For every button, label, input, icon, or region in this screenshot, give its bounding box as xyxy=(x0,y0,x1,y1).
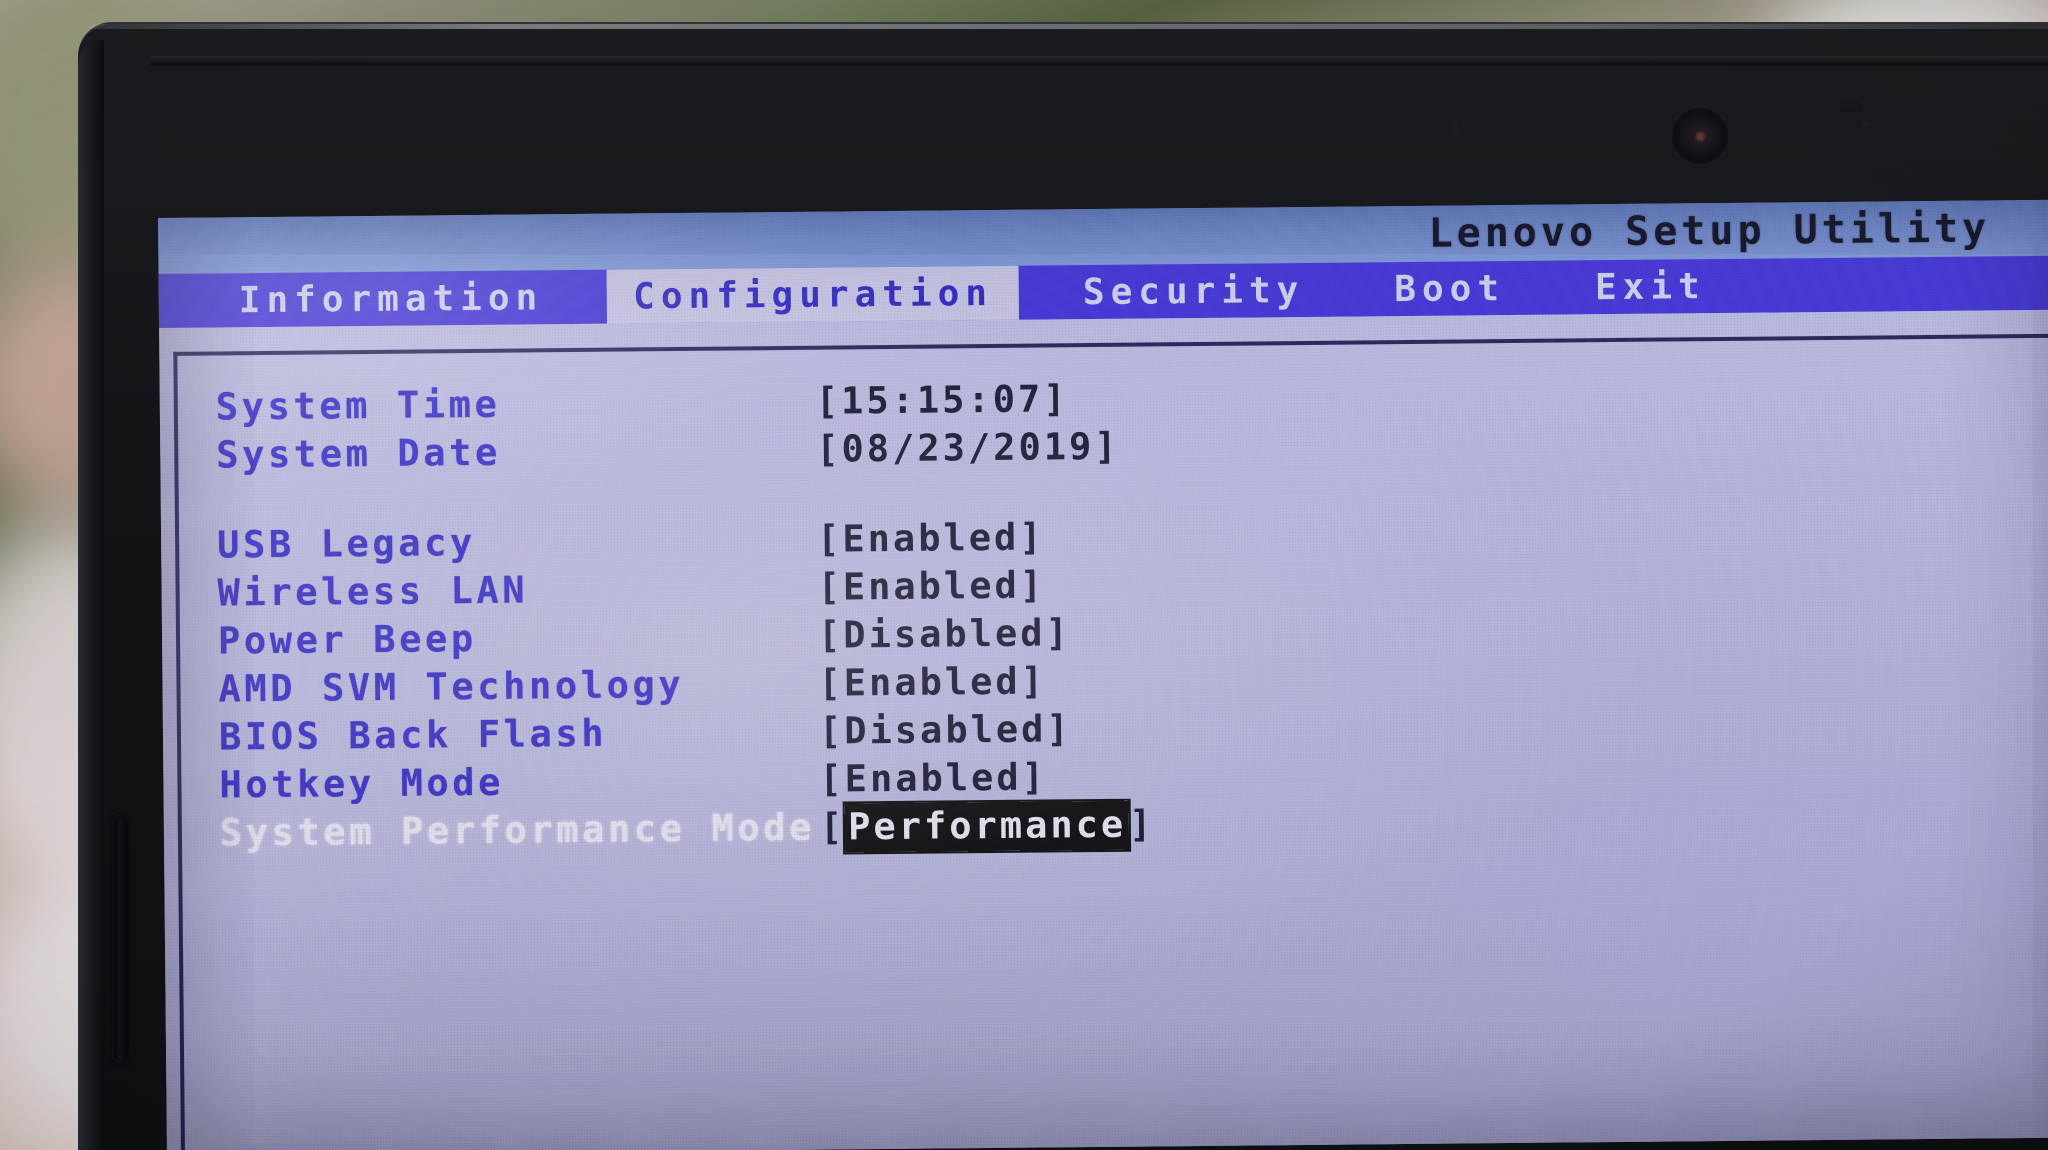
setting-label: Hotkey Mode xyxy=(219,760,505,807)
lid-seam xyxy=(150,56,2048,66)
lid-left-edge xyxy=(78,40,104,1150)
bios-setup-utility: Lenovo Setup Utility Information Configu… xyxy=(158,199,2048,1150)
setting-value[interactable]: [Enabled] xyxy=(819,755,1047,800)
setting-label: System Performance Mode xyxy=(219,805,816,855)
webcam-lens-reflection xyxy=(1696,132,1705,141)
setting-label: BIOS Back Flash xyxy=(218,711,608,759)
tab-information[interactable]: Information xyxy=(213,270,570,327)
settings-list: System Time [15:15:07] System Date [08/2… xyxy=(216,372,1620,859)
setting-label: System Time xyxy=(215,382,501,429)
setting-label: USB Legacy xyxy=(216,520,477,567)
menu-gap xyxy=(1330,262,1369,316)
microphone-icon xyxy=(1862,120,1869,127)
setting-label: AMD SVM Technology xyxy=(218,662,685,711)
menu-gap xyxy=(1019,265,1058,319)
setting-label: System Date xyxy=(216,430,502,477)
setting-value[interactable]: [Disabled] xyxy=(818,611,1071,656)
page-title: Lenovo Setup Utility xyxy=(1428,205,1991,257)
photograph-of-laptop-screen: Lenovo Setup Utility Information Configu… xyxy=(0,0,2048,1150)
menu-gap xyxy=(1531,260,1570,314)
bracket-open: [ xyxy=(819,805,846,849)
setting-value[interactable]: [Enabled] xyxy=(817,564,1045,609)
microphone-icon xyxy=(1452,124,1459,131)
menu-gap xyxy=(569,270,608,324)
lid-top-highlight xyxy=(90,24,2048,29)
tab-security[interactable]: Security xyxy=(1057,263,1331,320)
tab-boot[interactable]: Boot xyxy=(1368,261,1531,317)
setting-value[interactable]: [15:15:07] xyxy=(816,377,1069,422)
setting-label: Power Beep xyxy=(217,616,478,663)
setting-value[interactable]: [08/23/2019] xyxy=(816,425,1120,471)
setting-value[interactable]: [Performance] xyxy=(819,800,1155,853)
hinge-groove xyxy=(112,815,128,1063)
menu-left-spacer xyxy=(159,273,214,328)
tab-configuration[interactable]: Configuration xyxy=(606,265,1020,324)
laptop-screen: Lenovo Setup Utility Information Configu… xyxy=(158,199,2048,1150)
setting-value[interactable]: [Disabled] xyxy=(819,707,1072,752)
bracket-close: ] xyxy=(1128,802,1155,846)
selected-value-highlight[interactable]: Performance xyxy=(844,800,1130,853)
bezel-notch xyxy=(1840,96,1862,112)
setting-value[interactable]: [Enabled] xyxy=(818,659,1046,704)
setting-label: Wireless LAN xyxy=(217,568,529,615)
tab-exit[interactable]: Exit xyxy=(1569,259,1732,315)
setting-value[interactable]: [Enabled] xyxy=(817,516,1045,561)
